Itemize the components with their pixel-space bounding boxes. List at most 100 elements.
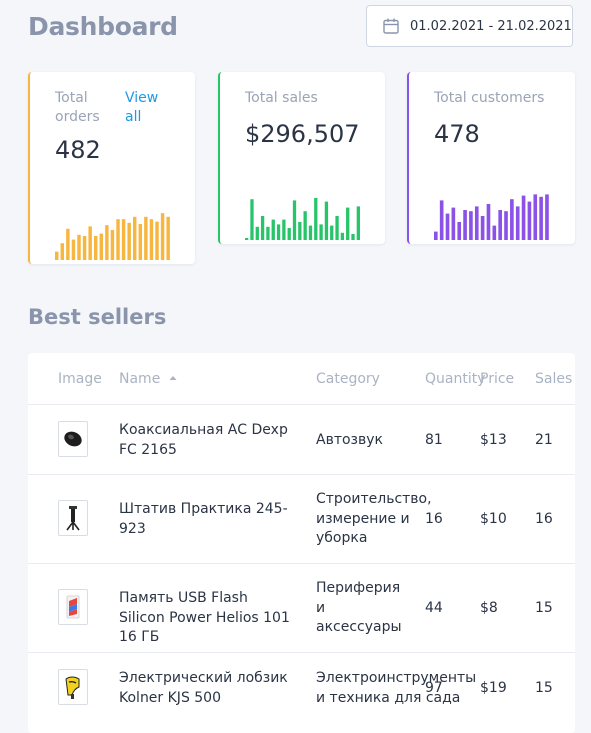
customers-bar	[492, 225, 497, 240]
product-category: Строительство, измерение и уборка	[316, 491, 432, 546]
customers-bar	[445, 213, 450, 240]
customers-bar	[539, 196, 543, 240]
orders-bar	[155, 221, 159, 260]
orders-bar	[88, 226, 92, 260]
customers-bar	[515, 206, 520, 240]
calendar-icon	[383, 18, 399, 34]
total-customers-label: Total customers	[434, 90, 545, 106]
product-price: $13	[480, 432, 507, 448]
customers-bar	[463, 210, 467, 240]
view-all-link[interactable]: View all	[125, 89, 170, 127]
sales-bar	[324, 201, 329, 240]
product-quantity: 97	[425, 680, 443, 696]
column-header-name-label: Name	[119, 371, 161, 387]
sales-bar	[250, 199, 254, 240]
sales-bar	[346, 207, 350, 240]
total-sales-card: Total sales $296,507	[218, 72, 385, 244]
speaker-icon	[64, 431, 82, 447]
table-row[interactable]: Штатив Практика 245-923 Строительство, и…	[28, 474, 575, 564]
orders-bar	[144, 216, 148, 260]
sales-bar	[351, 234, 355, 240]
table-row[interactable]: Память USB Flash Silicon Power Helios 10…	[28, 563, 575, 653]
usb-drive-icon	[66, 595, 80, 619]
product-name[interactable]: Электрический лобзик Kolner KJS 500	[119, 669, 289, 708]
table-row[interactable]: Электрический лобзик Kolner KJS 500 Элек…	[28, 652, 575, 733]
product-category: Электроинструменты и техника для сада	[316, 670, 477, 706]
customers-bar	[510, 199, 514, 240]
customers-bar	[451, 207, 456, 240]
orders-bar	[82, 236, 87, 260]
product-price: $8	[480, 600, 498, 616]
orders-bar-chart	[55, 213, 170, 260]
customers-bar	[474, 206, 479, 240]
customers-bar	[527, 201, 532, 240]
customers-bar	[521, 195, 526, 240]
orders-bar	[127, 222, 131, 260]
orders-bar	[66, 228, 70, 260]
orders-bar	[149, 219, 154, 260]
product-price: $19	[480, 680, 507, 696]
column-header-sales[interactable]: Sales	[535, 371, 572, 387]
product-category: Периферия и аксессуары	[316, 580, 402, 635]
orders-bar	[60, 243, 65, 260]
sales-bar	[314, 198, 318, 240]
total-customers-value: 478	[434, 120, 480, 148]
sales-bar	[319, 224, 323, 240]
customers-bar	[533, 194, 538, 240]
orders-bar	[116, 219, 120, 260]
product-quantity: 81	[425, 432, 443, 448]
product-name[interactable]: Память USB Flash Silicon Power Helios 10…	[119, 589, 294, 648]
customers-bar	[486, 204, 491, 240]
product-name[interactable]: Штатив Практика 245-923	[119, 500, 289, 539]
column-header-name[interactable]: Name	[119, 371, 178, 387]
orders-bar	[160, 213, 165, 260]
date-range-button[interactable]: 01.02.2021 - 21.02.2021	[366, 5, 573, 47]
orders-bar	[55, 251, 59, 260]
orders-bar	[110, 230, 115, 260]
sales-bar	[356, 206, 360, 240]
orders-bar	[138, 224, 143, 260]
sales-bar	[255, 226, 259, 240]
product-image	[58, 589, 88, 625]
sales-bar	[292, 200, 297, 240]
column-header-price[interactable]: Price	[480, 371, 514, 387]
sales-bar	[308, 225, 313, 240]
page-title: Dashboard	[28, 12, 178, 41]
product-sales: 21	[535, 432, 553, 448]
total-customers-card: Total customers 478	[407, 72, 575, 244]
product-sales: 16	[535, 511, 553, 527]
sales-bar-chart	[245, 198, 360, 240]
orders-bar	[133, 216, 137, 260]
customers-bar	[480, 216, 485, 240]
orders-bar	[121, 219, 126, 260]
best-sellers-title: Best sellers	[28, 305, 167, 329]
product-image	[58, 500, 88, 536]
orders-bar	[71, 239, 76, 260]
sales-bar	[260, 216, 265, 240]
sales-bar	[330, 225, 334, 240]
sales-bar	[276, 224, 281, 240]
sales-bar	[282, 219, 286, 240]
sort-ascending-icon	[169, 376, 177, 380]
sales-bar	[266, 226, 270, 240]
customers-bar	[498, 210, 502, 240]
product-image	[58, 669, 88, 705]
total-orders-card: Total orders View all 482	[28, 72, 195, 264]
column-header-image: Image	[58, 371, 102, 387]
table-row[interactable]: Коаксиальная АС Dexp FC 2165 Автозвук 81…	[28, 404, 575, 475]
column-header-quantity[interactable]: Quantity	[425, 371, 486, 387]
customers-bar	[434, 231, 438, 240]
best-sellers-table: Image Name Category Quantity Price Sales…	[28, 353, 575, 733]
column-header-category[interactable]: Category	[316, 371, 380, 387]
jigsaw-icon	[65, 676, 80, 699]
product-name[interactable]: Коаксиальная АС Dexp FC 2165	[119, 421, 289, 460]
tripod-icon	[66, 506, 80, 531]
product-image	[58, 421, 88, 457]
orders-bar	[105, 225, 109, 260]
total-sales-label: Total sales	[245, 90, 318, 106]
orders-bar	[99, 233, 104, 260]
orders-bar	[77, 234, 81, 260]
sales-bar	[303, 211, 307, 240]
product-sales: 15	[535, 680, 553, 696]
customers-bar	[469, 211, 473, 240]
